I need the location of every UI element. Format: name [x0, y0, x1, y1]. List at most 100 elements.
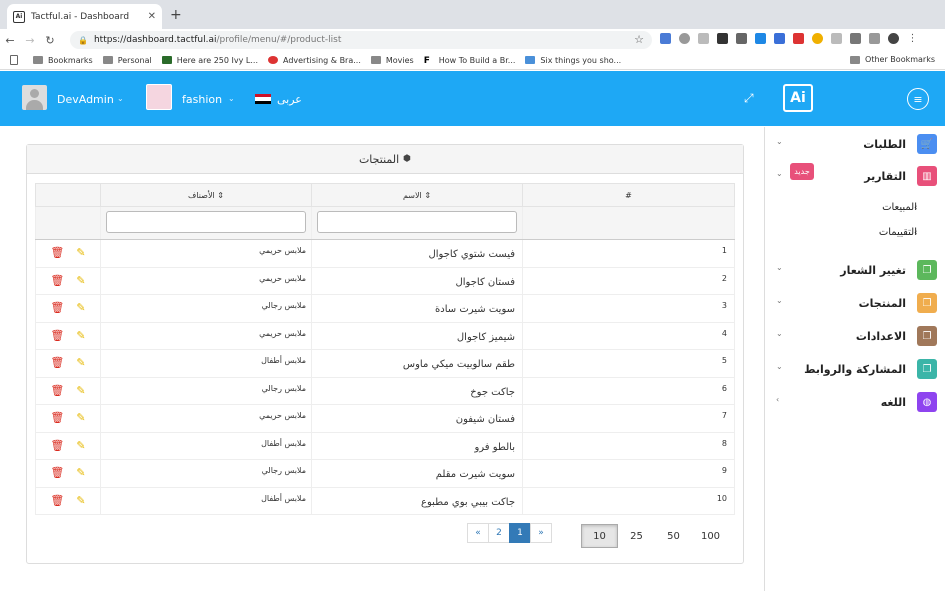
- last-page-button[interactable]: »: [530, 523, 552, 543]
- back-icon[interactable]: ←: [0, 34, 20, 47]
- table-row: 🗑 ✎ ملابس رجالي سويت شيرت مقلم 9: [35, 459, 735, 488]
- sidebar-item-settings[interactable]: ⌄ الاعدادات ❐: [766, 326, 945, 348]
- ext-circle-icon[interactable]: [679, 33, 690, 44]
- pocket-ext-icon[interactable]: [717, 33, 728, 44]
- chevron-down-icon[interactable]: ⌄: [228, 94, 235, 103]
- tab-title: Tactful.ai - Dashboard: [31, 11, 130, 22]
- edit-icon[interactable]: ✎: [76, 439, 85, 452]
- store-name[interactable]: fashion: [182, 93, 222, 106]
- first-page-button[interactable]: «: [467, 523, 489, 543]
- sidebar: ⌄ الطلبات 🛒 جديد ⌄ التقارير ▥ ‹ المبيعات…: [766, 127, 945, 591]
- bookmark-item[interactable]: F How To Build a Br...: [423, 56, 515, 66]
- user-name[interactable]: DevAdmin: [57, 93, 114, 106]
- sidebar-item-products[interactable]: ⌄ المنتجات ❐: [766, 293, 945, 315]
- bookmark-item[interactable]: Here are 250 Ivy L...: [161, 56, 258, 65]
- edit-icon[interactable]: ✎: [76, 411, 85, 424]
- bookmark-item[interactable]: [10, 55, 23, 65]
- edit-icon[interactable]: ✎: [76, 356, 85, 369]
- row-name: فستان كاجوال: [311, 266, 523, 295]
- category-header[interactable]: الأصناف ⇕: [100, 183, 312, 207]
- store-avatar[interactable]: [146, 84, 172, 110]
- name-filter-input[interactable]: [317, 211, 517, 233]
- delete-icon[interactable]: 🗑: [50, 356, 64, 369]
- edit-icon[interactable]: ✎: [76, 466, 85, 479]
- user-avatar[interactable]: [22, 85, 47, 110]
- new-tab-icon[interactable]: +: [170, 7, 182, 23]
- edit-icon[interactable]: ✎: [76, 329, 85, 342]
- copy-icon: ❐: [917, 326, 937, 346]
- ext-gear-icon[interactable]: [698, 33, 709, 44]
- page-size-100[interactable]: 100: [692, 524, 729, 548]
- delete-icon[interactable]: 🗑: [50, 246, 64, 259]
- row-name: فيست شتوي كاجوال: [311, 239, 523, 268]
- page-size-selector: 10 25 50 100: [581, 524, 729, 548]
- name-header[interactable]: الاسم ⇕: [311, 183, 523, 207]
- num-header[interactable]: #: [522, 183, 735, 207]
- delete-icon[interactable]: 🗑: [50, 411, 64, 424]
- row-actions: 🗑 ✎: [35, 294, 101, 323]
- edit-icon[interactable]: ✎: [76, 384, 85, 397]
- sidebar-subitem-reviews[interactable]: التقييمات: [879, 227, 917, 238]
- ext-code-icon[interactable]: [850, 33, 861, 44]
- sidebar-subitem-sales[interactable]: المبيعات: [882, 202, 917, 213]
- bookmark-item[interactable]: Six things you sho...: [525, 56, 621, 65]
- page-button-2[interactable]: 2: [488, 523, 510, 543]
- bookmark-item[interactable]: Personal: [102, 56, 152, 65]
- ext-blue-icon[interactable]: [774, 33, 785, 44]
- bookmark-item[interactable]: Advertising & Bra...: [267, 56, 361, 65]
- fullscreen-icon[interactable]: ⤢: [744, 91, 754, 106]
- reload-icon[interactable]: ↻: [40, 34, 60, 47]
- edit-icon[interactable]: ✎: [76, 246, 85, 259]
- delete-icon[interactable]: 🗑: [50, 329, 64, 342]
- forward-icon[interactable]: →: [20, 34, 40, 47]
- bookmark-item[interactable]: Bookmarks: [33, 56, 93, 65]
- f-site-icon: F: [423, 56, 434, 66]
- sidebar-item-orders[interactable]: ⌄ الطلبات 🛒: [766, 134, 945, 156]
- sidebar-item-sharing[interactable]: ⌄ المشاركة والروابط ❐: [766, 359, 945, 381]
- sidebar-item-language[interactable]: ‹ اللغه ◍: [766, 392, 945, 414]
- browser-menu-icon[interactable]: ⋮: [907, 33, 918, 44]
- bookmark-star-icon[interactable]: ☆: [634, 33, 644, 46]
- ext-box-icon[interactable]: [736, 33, 747, 44]
- page-size-50[interactable]: 50: [655, 524, 692, 548]
- bookmark-item[interactable]: Movies: [370, 56, 414, 65]
- hamburger-menu-icon[interactable]: ≡: [907, 88, 929, 110]
- translate-ext-icon[interactable]: [660, 33, 671, 44]
- pagination: « 2 1 »: [467, 523, 552, 543]
- delete-icon[interactable]: 🗑: [50, 384, 64, 397]
- ext-red-icon[interactable]: [793, 33, 804, 44]
- row-category: ملابس حريمي: [100, 239, 312, 268]
- profile-icon[interactable]: [888, 33, 899, 44]
- ext-stripes-icon[interactable]: [755, 33, 766, 44]
- ext-f-icon[interactable]: [869, 33, 880, 44]
- ext-emoji-icon[interactable]: [812, 33, 823, 44]
- delete-icon[interactable]: 🗑: [50, 301, 64, 314]
- page-button-1[interactable]: 1: [509, 523, 531, 543]
- page-size-10[interactable]: 10: [581, 524, 618, 548]
- sidebar-item-reports[interactable]: ⌄ التقارير ▥: [766, 166, 945, 188]
- browser-tabbar: Ai Tactful.ai - Dashboard ✕ +: [0, 0, 945, 29]
- row-actions: 🗑 ✎: [35, 431, 101, 460]
- delete-icon[interactable]: 🗑: [50, 439, 64, 452]
- row-name: سويت شيرت سادة: [311, 294, 523, 323]
- sidebar-item-logo[interactable]: ⌄ تغيير الشعار ❐: [766, 260, 945, 282]
- delete-icon[interactable]: 🗑: [50, 466, 64, 479]
- page-size-25[interactable]: 25: [618, 524, 655, 548]
- tab-close-icon[interactable]: ✕: [148, 11, 156, 22]
- row-number: 4: [522, 321, 735, 350]
- url-input[interactable]: 🔒 https://dashboard.tactful.ai/profile/m…: [70, 31, 652, 49]
- language-switch[interactable]: عربى: [277, 93, 302, 106]
- edit-icon[interactable]: ✎: [76, 274, 85, 287]
- ext-grid-icon[interactable]: [831, 33, 842, 44]
- category-filter-input[interactable]: [106, 211, 306, 233]
- chevron-down-icon[interactable]: ⌄: [117, 94, 124, 103]
- table-row: 🗑 ✎ ملابس أطفال جاكت بيبي بوي مطبوع 10: [35, 486, 735, 515]
- cart-icon: 🛒: [917, 134, 937, 154]
- actions-header: [35, 183, 101, 207]
- edit-icon[interactable]: ✎: [76, 494, 85, 507]
- edit-icon[interactable]: ✎: [76, 301, 85, 314]
- other-bookmarks[interactable]: Other Bookmarks: [850, 55, 935, 64]
- browser-tab[interactable]: Ai Tactful.ai - Dashboard ✕: [7, 4, 162, 29]
- delete-icon[interactable]: 🗑: [50, 494, 64, 507]
- delete-icon[interactable]: 🗑: [50, 274, 64, 287]
